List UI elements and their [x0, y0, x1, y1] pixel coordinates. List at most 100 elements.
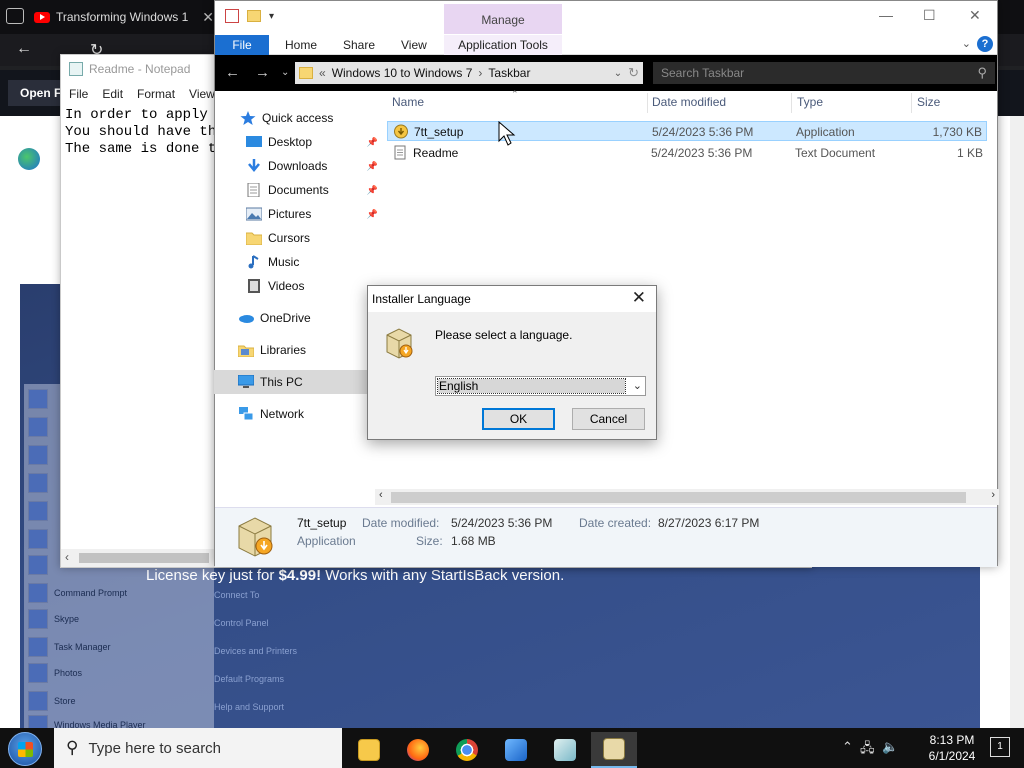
open-button[interactable]: Open F: [8, 80, 68, 106]
taskbar-installer[interactable]: [591, 732, 637, 768]
tab-file[interactable]: File: [215, 35, 269, 55]
breadcrumb-separator-icon[interactable]: ›: [478, 66, 482, 80]
tab-application-tools[interactable]: Application Tools: [444, 35, 562, 55]
cancel-button[interactable]: Cancel: [572, 408, 645, 430]
expand-ribbon-icon[interactable]: ⌄: [962, 37, 971, 50]
properties-icon[interactable]: [225, 9, 239, 23]
dialog-titlebar[interactable]: Installer Language ✕: [368, 286, 656, 312]
maximize-icon[interactable]: ☐: [923, 7, 936, 24]
menu-edit[interactable]: Edit: [102, 87, 123, 101]
file-list-hscrollbar[interactable]: ‹ ›: [375, 489, 999, 505]
installer-icon: [384, 326, 414, 360]
startmenu-item-store: Store: [28, 690, 76, 712]
close-icon[interactable]: ✕: [969, 7, 981, 24]
nav-desktop[interactable]: Desktop 📌: [214, 130, 382, 154]
customize-toolbar-icon[interactable]: ▾: [269, 11, 274, 22]
nav-network[interactable]: Network: [214, 402, 382, 426]
breadcrumb-segment[interactable]: Taskbar: [488, 66, 530, 80]
manage-context-tab[interactable]: Manage: [444, 4, 562, 34]
close-icon[interactable]: ✕: [632, 288, 646, 308]
nav-documents[interactable]: Documents 📌: [214, 178, 382, 202]
address-bar[interactable]: « Windows 10 to Windows 7 › Taskbar ⌄ ↻: [295, 62, 643, 84]
column-name[interactable]: Name: [392, 95, 424, 109]
nav-quick-access[interactable]: Quick access: [214, 106, 382, 130]
installer-icon: [394, 124, 408, 139]
nav-libraries[interactable]: Libraries: [214, 338, 382, 362]
pin-icon[interactable]: 📌: [367, 137, 378, 148]
file-row-readme[interactable]: Readme 5/24/2023 5:36 PM Text Document 1…: [387, 143, 987, 163]
site-logo-icon: [18, 148, 40, 170]
ok-button[interactable]: OK: [482, 408, 555, 430]
menu-format[interactable]: Format: [137, 87, 175, 101]
pin-icon[interactable]: 📌: [367, 185, 378, 196]
system-tray: ⌃ 🖧 🔈 8:13 PM 6/1/2024 1: [834, 728, 1024, 768]
scroll-left-icon[interactable]: ‹: [65, 550, 69, 564]
startmenu-link: Help and Support: [214, 702, 285, 712]
address-dropdown-icon[interactable]: ⌄: [614, 68, 622, 79]
taskbar-search[interactable]: ⚲ Type here to search: [54, 728, 342, 768]
path-overflow-icon[interactable]: «: [319, 66, 326, 80]
nav-pictures[interactable]: Pictures 📌: [214, 202, 382, 226]
tab-share[interactable]: Share: [343, 38, 375, 52]
nav-this-pc[interactable]: This PC: [214, 370, 382, 394]
tab-home[interactable]: Home: [285, 38, 317, 52]
nav-downloads[interactable]: Downloads 📌: [214, 154, 382, 178]
recent-locations-icon[interactable]: ⌄: [281, 67, 289, 78]
column-date-modified[interactable]: Date modified: [652, 95, 726, 109]
nav-music[interactable]: Music: [214, 250, 382, 274]
forward-icon[interactable]: →: [255, 64, 270, 81]
nav-onedrive[interactable]: OneDrive: [214, 306, 382, 330]
new-folder-icon[interactable]: [247, 10, 261, 22]
nav-videos[interactable]: Videos: [214, 274, 382, 298]
installer-language-dialog[interactable]: Installer Language ✕ Please select a lan…: [367, 285, 657, 440]
folder-icon: [245, 231, 263, 246]
notification-center-icon[interactable]: 1: [990, 737, 1010, 757]
back-icon[interactable]: ←: [16, 40, 32, 58]
scroll-thumb[interactable]: [391, 492, 966, 503]
startmenu-link: Default Programs: [214, 674, 285, 684]
volume-muted-icon[interactable]: 🔈: [882, 739, 898, 755]
scroll-thumb[interactable]: [79, 553, 209, 563]
chevron-down-icon[interactable]: ⌄: [633, 379, 642, 392]
taskbar-notepad[interactable]: [542, 732, 588, 768]
refresh-icon[interactable]: ↻: [628, 65, 643, 81]
explorer-titlebar[interactable]: ▾ Manage — ☐ ✕: [215, 1, 997, 35]
scroll-right-icon[interactable]: ›: [991, 489, 995, 501]
back-icon[interactable]: ←: [225, 64, 240, 81]
windows-logo-icon: [18, 742, 33, 757]
help-icon[interactable]: ?: [977, 36, 993, 52]
close-tab-icon[interactable]: ✕: [202, 9, 214, 26]
startmenu-item: [28, 528, 48, 550]
browser-tab[interactable]: Transforming Windows 1 ✕: [34, 4, 214, 30]
breadcrumb-segment[interactable]: Windows 10 to Windows 7: [332, 66, 473, 80]
startmenu-item-photos: Photos: [28, 662, 82, 684]
taskbar-file-explorer[interactable]: [346, 732, 392, 768]
pin-icon[interactable]: 📌: [367, 209, 378, 220]
library-icon: [237, 343, 255, 358]
column-size[interactable]: Size: [917, 95, 940, 109]
search-input[interactable]: Search Taskbar ⚲: [653, 62, 995, 84]
tab-manager-icon[interactable]: [6, 8, 24, 24]
file-size: 1,730 KB: [932, 125, 982, 139]
menu-file[interactable]: File: [69, 87, 88, 101]
clock[interactable]: 8:13 PM 6/1/2024: [922, 732, 982, 764]
browser-scrollbar[interactable]: [1010, 116, 1024, 728]
file-row-7tt-setup[interactable]: 7tt_setup 5/24/2023 5:36 PM Application …: [387, 121, 987, 141]
pin-icon[interactable]: 📌: [367, 161, 378, 172]
taskbar-chrome[interactable]: [444, 732, 490, 768]
startmenu-item-command-prompt: Command Prompt: [28, 582, 127, 604]
taskbar-photos[interactable]: [493, 732, 539, 768]
language-select[interactable]: English ⌄: [435, 376, 646, 396]
minimize-icon[interactable]: —: [879, 7, 893, 23]
start-button[interactable]: [8, 732, 42, 766]
notepad-icon: [554, 739, 576, 761]
nav-cursors[interactable]: Cursors: [214, 226, 382, 250]
taskbar-firefox[interactable]: [395, 732, 441, 768]
menu-view[interactable]: View: [189, 87, 215, 101]
network-icon[interactable]: 🖧: [860, 739, 875, 761]
desktop-icon: [246, 135, 262, 149]
show-hidden-icons-icon[interactable]: ⌃: [842, 739, 853, 755]
tab-view[interactable]: View: [401, 38, 427, 52]
column-type[interactable]: Type: [797, 95, 823, 109]
startmenu-item: [28, 388, 48, 410]
